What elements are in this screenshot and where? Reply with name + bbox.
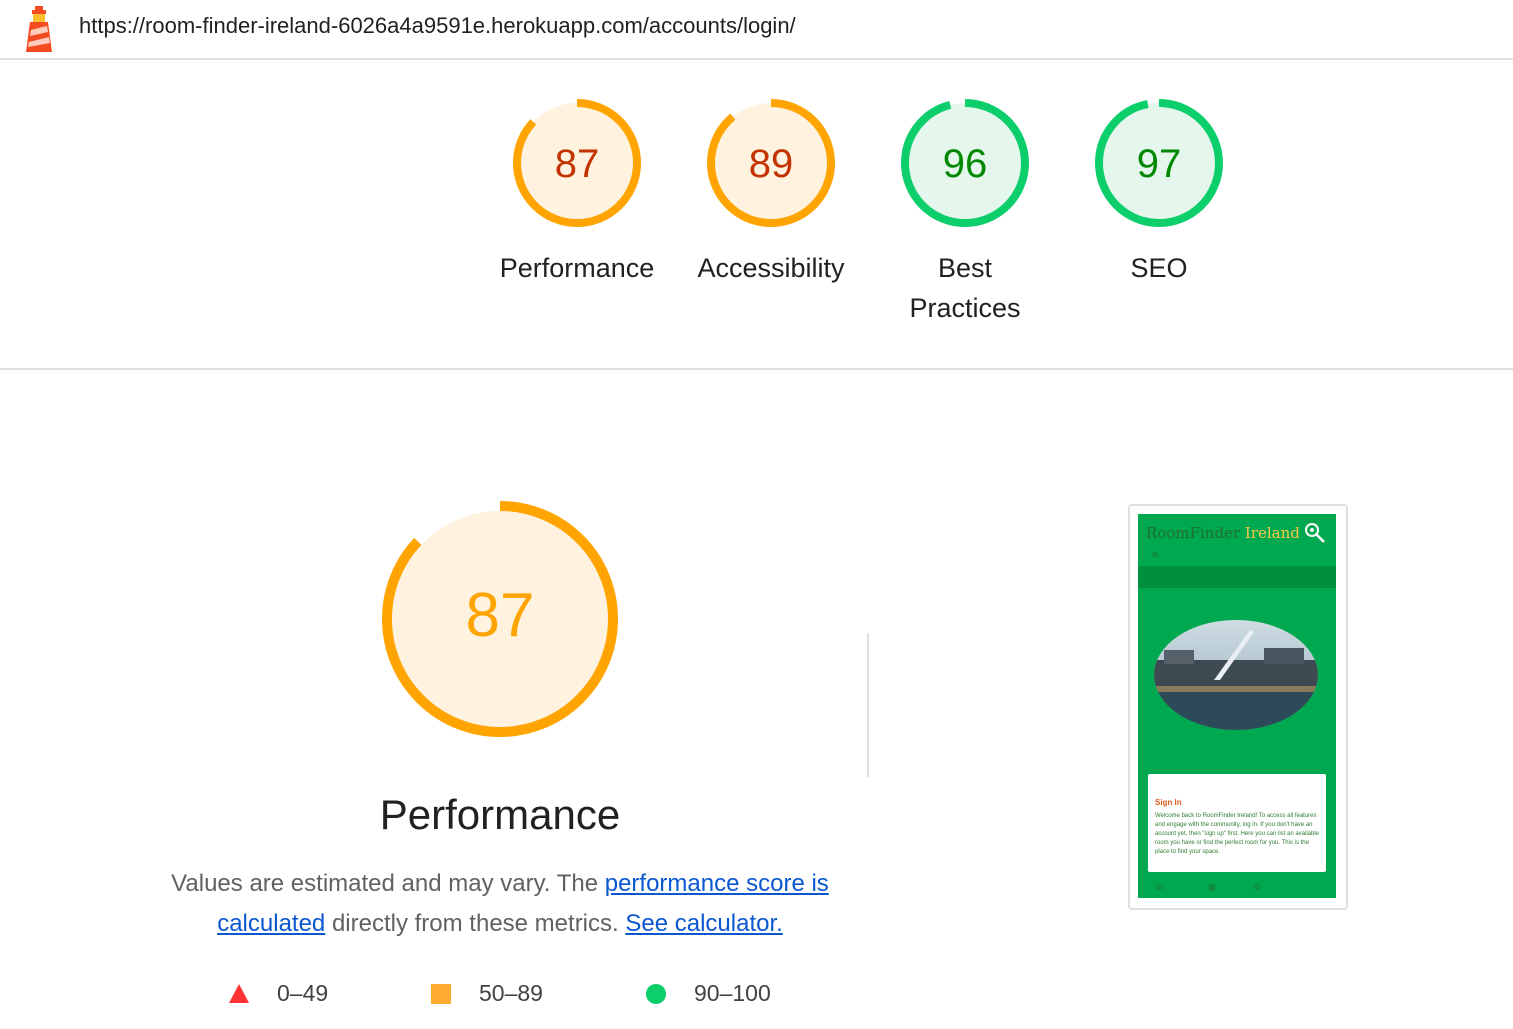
triangle-icon [229,984,249,1003]
thumbnail-nav-band [1138,566,1336,588]
bridge-photo [1154,620,1318,730]
map-search-icon [1305,523,1325,543]
legend-range: 90–100 [694,980,771,1006]
square-icon [431,983,451,1004]
card-text: Welcome back to RoomFinder Ireland! To a… [1155,813,1320,855]
menu-icon: ≡ [1152,550,1158,561]
card-title: Sign In [1155,798,1182,807]
legend-average: 50–89 [431,980,543,1007]
performance-gauge: 87 [382,501,618,737]
sign-in-card: Sign In Welcome back to RoomFinder Irela… [1148,774,1326,872]
copyright-icon: © [1254,882,1261,892]
brand-suffix: Ireland [1244,524,1300,542]
score-gauge-ring: 96 [901,99,1029,227]
gauge-performance[interactable]: 87 Performance [487,98,667,288]
final-screenshot[interactable]: RoomFinder Ireland ≡ Sign In Welcome bac… [1128,504,1348,910]
score-value: 96 [943,142,988,186]
performance-score-value: 87 [466,581,535,650]
description-text: directly from these metrics. [325,910,626,937]
gauge-accessibility[interactable]: 89 Accessibility [681,98,861,288]
gauge-seo[interactable]: 97 SEO [1069,98,1249,288]
performance-title: Performance [379,791,621,838]
score-value: 87 [555,142,600,186]
score-legend: 0–49 50–89 90–100 [0,980,1000,1014]
page-thumbnail: RoomFinder Ireland ≡ Sign In Welcome bac… [1138,514,1336,898]
description-text: Values are estimated and may vary. The [171,870,605,897]
legend-pass: 90–100 [646,980,771,1007]
gauge-best-practices[interactable]: 96 Best Practices [875,98,1055,328]
category-scores: 87 Performance 89 Accessibility 96 Best … [0,98,1513,358]
score-gauge-ring: 97 [1095,99,1223,227]
brand-name: RoomFinder [1146,524,1241,542]
lighthouse-icon [26,6,52,52]
thumbnail-footer: in ◍ © [1138,878,1336,898]
legend-fail: 0–49 [229,980,328,1007]
category-label: SEO [1130,253,1188,283]
see-calculator-link[interactable]: See calculator. [625,910,782,937]
legend-range: 0–49 [277,980,329,1006]
category-label: Best Practices [909,253,1021,323]
page-url: https://room-finder-ireland-6026a4a9591e… [79,13,796,38]
legend-range: 50–89 [479,980,543,1006]
score-gauge-ring: 87 [513,99,641,227]
score-gauge-ring: 89 [707,99,835,227]
performance-description: Values are estimated and may vary. The p… [170,864,830,944]
score-value: 97 [1137,142,1182,186]
circle-icon [646,983,666,1004]
github-icon: ◍ [1208,882,1216,892]
category-label: Performance [499,253,655,283]
linkedin-icon: in [1156,882,1164,892]
report-header: https://room-finder-ireland-6026a4a9591e… [0,0,1513,60]
thumbnail-brand: RoomFinder Ireland [1146,524,1300,542]
score-value: 89 [749,142,794,186]
category-label: Accessibility [697,253,845,283]
section-divider [0,368,1513,370]
vertical-divider [867,633,869,777]
